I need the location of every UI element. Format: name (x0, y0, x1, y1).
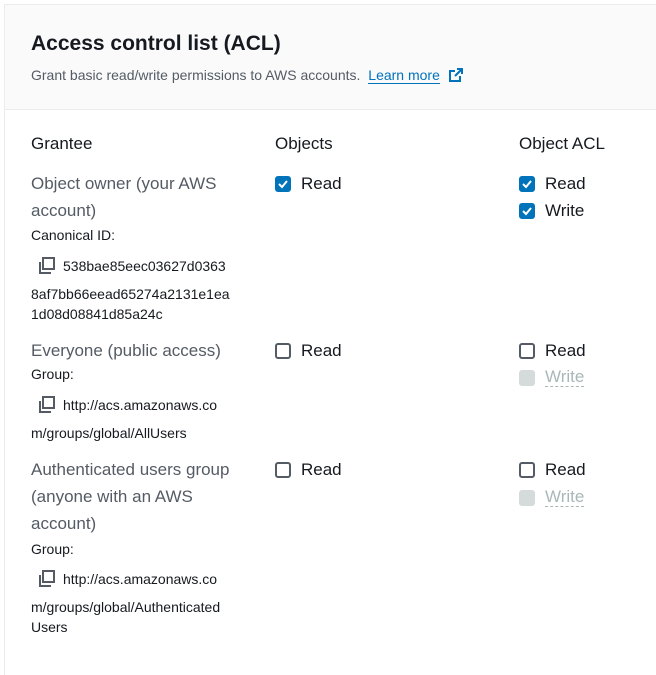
checkbox-box[interactable] (275, 462, 291, 478)
group-uri-line: Users (31, 619, 68, 635)
group-uri-value: http://acs.amazonaws.co (63, 397, 218, 413)
acl-read-checkbox[interactable]: Read (519, 460, 586, 480)
learn-more-link[interactable]: Learn more (368, 67, 440, 84)
canonical-id-line: 538bae85eec03627d0363 (38, 256, 226, 276)
column-header-grantee: Grantee (31, 134, 93, 153)
checkbox-label: Write (545, 367, 585, 387)
group-uri-line: http://acs.amazonaws.co (38, 569, 217, 589)
checkbox-label: Read (545, 174, 586, 193)
checkbox-label: Write (545, 487, 585, 507)
acl-panel: Access control list (ACL) Grant basic re… (4, 4, 656, 675)
objects-read-checkbox[interactable]: Read (275, 460, 342, 480)
canonical-id-line: 8af7bb66eead65274a2131e1ea (31, 286, 230, 302)
group-label: Group: (31, 366, 74, 382)
acl-read-checkbox[interactable]: Read (519, 341, 586, 361)
canonical-id-label: Canonical ID: (31, 227, 116, 243)
checkbox-box[interactable] (275, 343, 291, 359)
grantee-name: Object owner (your AWS account) (31, 174, 217, 220)
checkbox-box[interactable] (519, 343, 535, 359)
copy-icon[interactable] (38, 570, 55, 587)
copy-icon[interactable] (38, 396, 55, 413)
description-text: Grant basic read/write permissions to AW… (31, 67, 361, 83)
checkbox-box (519, 369, 535, 386)
group-uri-value: http://acs.amazonaws.co (63, 571, 218, 587)
acl-write-checkbox-disabled: Write (519, 367, 585, 387)
checkbox-box[interactable] (519, 203, 535, 219)
acl-write-checkbox-disabled: Write (519, 487, 585, 507)
group-uri-line: m/groups/global/Authenticated (31, 599, 221, 615)
check-icon (278, 180, 288, 189)
external-link-icon[interactable] (448, 67, 464, 83)
canonical-id-line: 1d08d08841d85a24c (31, 306, 163, 322)
group-uri-line: m/groups/global/AllUsers (31, 425, 187, 441)
group-label: Group: (31, 541, 74, 557)
checkbox-box (519, 489, 535, 506)
objects-read-checkbox[interactable]: Read (275, 341, 342, 361)
checkbox-box[interactable] (519, 462, 535, 478)
canonical-id-value: 538bae85eec03627d0363 (63, 258, 226, 274)
column-header-objects: Objects (275, 134, 333, 153)
checkbox-box[interactable] (275, 176, 291, 192)
page-title: Access control list (ACL) (31, 32, 281, 55)
checkbox-label: Read (301, 460, 342, 479)
check-icon (522, 207, 532, 216)
checkbox-label: Read (545, 341, 586, 360)
checkbox-label: Read (301, 174, 342, 193)
learn-more-label: Learn more (368, 67, 440, 83)
grantee-name: Everyone (public access) (31, 341, 221, 360)
check-icon (522, 180, 532, 189)
acl-description: Grant basic read/write permissions to AW… (31, 67, 464, 84)
acl-write-checkbox[interactable]: Write (519, 201, 584, 221)
acl-read-checkbox[interactable]: Read (519, 174, 586, 194)
objects-read-checkbox[interactable]: Read (275, 174, 342, 194)
acl-header: Access control list (ACL) Grant basic re… (5, 5, 656, 110)
column-header-object-acl: Object ACL (519, 134, 605, 153)
checkbox-label: Write (545, 201, 585, 220)
group-uri-line: http://acs.amazonaws.co (38, 395, 217, 415)
checkbox-label: Read (301, 341, 342, 360)
copy-icon[interactable] (38, 257, 55, 274)
checkbox-box[interactable] (519, 176, 535, 192)
grantee-name: Authenticated users group (anyone with a… (31, 460, 230, 533)
checkbox-label: Read (545, 460, 586, 479)
